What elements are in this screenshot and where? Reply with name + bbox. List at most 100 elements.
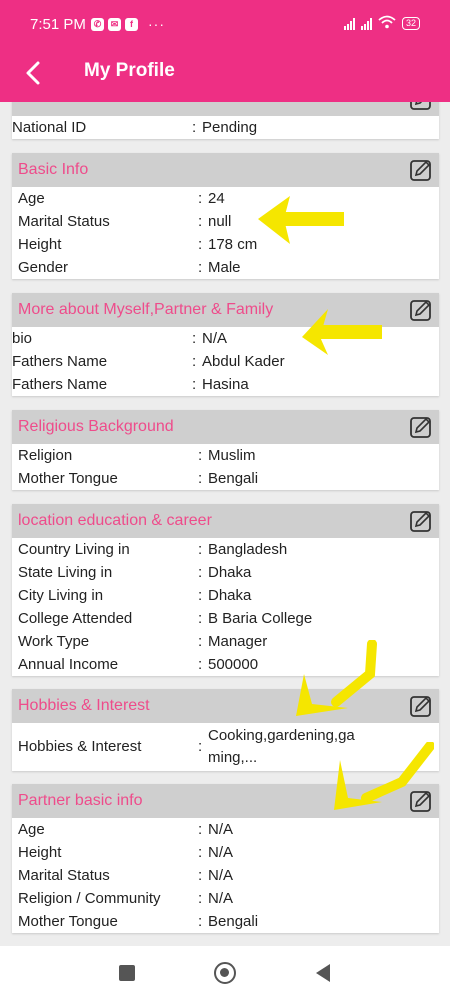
row-separator: : <box>192 119 197 136</box>
info-row: Country Living in: Bangladesh <box>12 538 439 561</box>
info-row: Fathers Name: Hasina <box>12 373 439 396</box>
row-label: Hobbies & Interest <box>18 738 142 755</box>
page-title: My Profile <box>84 60 175 81</box>
battery-icon: 32 <box>401 17 420 30</box>
row-separator: : <box>198 541 203 558</box>
edit-icon[interactable] <box>409 509 433 533</box>
edit-icon[interactable] <box>409 158 433 182</box>
info-row: Religion: Muslim <box>12 444 439 467</box>
card-religious-header: Religious Background <box>12 410 439 444</box>
row-separator: : <box>192 330 197 347</box>
card-basic-info-header: Basic Info <box>12 153 439 187</box>
back-arrow-icon[interactable] <box>20 56 48 90</box>
back-icon[interactable] <box>316 964 330 982</box>
messenger-icon: ✉ <box>108 17 121 31</box>
info-row: Age: N/A <box>12 818 439 841</box>
info-row: City Living in: Dhaka <box>12 584 439 607</box>
edit-icon[interactable] <box>409 102 433 111</box>
row-value: 500000 <box>208 656 259 673</box>
status-icons: 32 <box>343 15 420 32</box>
card-hobbies: Hobbies & Interest Hobbies & Interest : … <box>12 689 439 771</box>
info-row: Marital Status: null <box>12 210 439 233</box>
section-title: Hobbies & Interest <box>18 697 150 714</box>
section-title: Basic Info <box>18 161 89 178</box>
row-value: Abdul Kader <box>202 353 285 370</box>
row-separator: : <box>198 610 203 627</box>
row-separator: : <box>198 821 203 838</box>
row-label: Marital Status <box>18 213 110 230</box>
home-icon[interactable] <box>214 962 236 984</box>
row-label: Religion / Community <box>18 890 161 907</box>
signal-icon <box>343 17 355 30</box>
row-separator: : <box>198 867 203 884</box>
info-row: Fathers Name: Abdul Kader <box>12 350 439 373</box>
more-notifications-icon: ··· <box>148 16 165 32</box>
info-row: State Living in: Dhaka <box>12 561 439 584</box>
row-label: bio <box>12 330 33 347</box>
section-title: More about Myself,Partner & Family <box>18 301 274 318</box>
row-separator: : <box>198 913 203 930</box>
row-value-line1: Cooking,gardening,ga <box>208 727 355 744</box>
card-location: location education & career Country Livi… <box>12 504 439 676</box>
system-nav-bar <box>0 946 450 1000</box>
row-separator: : <box>198 564 203 581</box>
row-separator: : <box>198 259 203 276</box>
row-label: National ID <box>12 119 87 136</box>
card-hobbies-header: Hobbies & Interest <box>12 689 439 723</box>
row-label: Work Type <box>18 633 90 650</box>
card-identity: National ID : Pending <box>12 102 439 139</box>
row-value: Bengali <box>208 913 259 930</box>
row-separator: : <box>198 190 203 207</box>
info-row: Hobbies & Interest : Cooking,gardening,g… <box>12 723 439 771</box>
info-row: Height:178 cm <box>12 233 439 256</box>
edit-icon[interactable] <box>409 298 433 322</box>
row-separator: : <box>198 633 203 650</box>
row-label: Annual Income <box>18 656 119 673</box>
recent-apps-icon[interactable] <box>119 965 135 981</box>
row-label: Marital Status <box>18 867 110 884</box>
card-partner-header: Partner basic info <box>12 784 439 818</box>
info-row: Gender: Male <box>12 256 439 279</box>
row-label: Fathers Name <box>12 353 108 370</box>
info-row: Work Type: Manager <box>12 630 439 653</box>
section-title: location education & career <box>18 512 212 529</box>
row-label: Age <box>18 821 45 838</box>
row-value: N/A <box>202 330 228 347</box>
row-value: Dhaka <box>208 564 252 581</box>
row-value: Bangladesh <box>208 541 288 558</box>
notification-icons: ✆ ✉ f ··· <box>91 16 165 32</box>
row-value: Bengali <box>208 470 259 487</box>
row-label: Fathers Name <box>12 376 108 393</box>
facebook-icon: f <box>125 17 138 31</box>
row-separator: : <box>198 470 203 487</box>
row-separator: : <box>198 236 203 253</box>
card-religious: Religious Background Religion: Muslim Mot… <box>12 410 439 490</box>
edit-icon[interactable] <box>409 415 433 439</box>
edit-icon[interactable] <box>409 789 433 813</box>
info-row: Marital Status: N/A <box>12 864 439 887</box>
card-identity-header <box>12 102 439 116</box>
status-bar: 7:51 PM ✆ ✉ f ··· 32 <box>0 0 450 48</box>
edit-icon[interactable] <box>409 694 433 718</box>
row-label: Religion <box>18 447 73 464</box>
wifi-icon <box>378 15 396 32</box>
row-value: Manager <box>208 633 268 650</box>
row-separator: : <box>198 587 203 604</box>
row-separator: : <box>192 376 197 393</box>
card-more-about: More about Myself,Partner & Family bio: N… <box>12 293 439 396</box>
info-row: Annual Income:500000 <box>12 653 439 676</box>
info-row: Mother Tongue: Bengali <box>12 467 439 490</box>
info-row: Mother Tongue: Bengali <box>12 910 439 933</box>
section-title: Religious Background <box>18 418 174 435</box>
info-row: Height: N/A <box>12 841 439 864</box>
row-value: 24 <box>208 190 225 207</box>
row-value: Dhaka <box>208 587 252 604</box>
row-value: Male <box>208 259 241 276</box>
row-label: Height <box>18 844 62 861</box>
row-separator: : <box>198 213 203 230</box>
card-partner: Partner basic info Age: N/A Height: N/A Ma… <box>12 784 439 933</box>
card-basic-info: Basic Info Age:24 Marital Status: null He… <box>12 153 439 279</box>
row-value-line2: ming,... <box>208 749 258 766</box>
profile-content[interactable]: National ID : Pending Basic Info Age:24 … <box>0 102 450 946</box>
row-value: N/A <box>208 867 234 884</box>
